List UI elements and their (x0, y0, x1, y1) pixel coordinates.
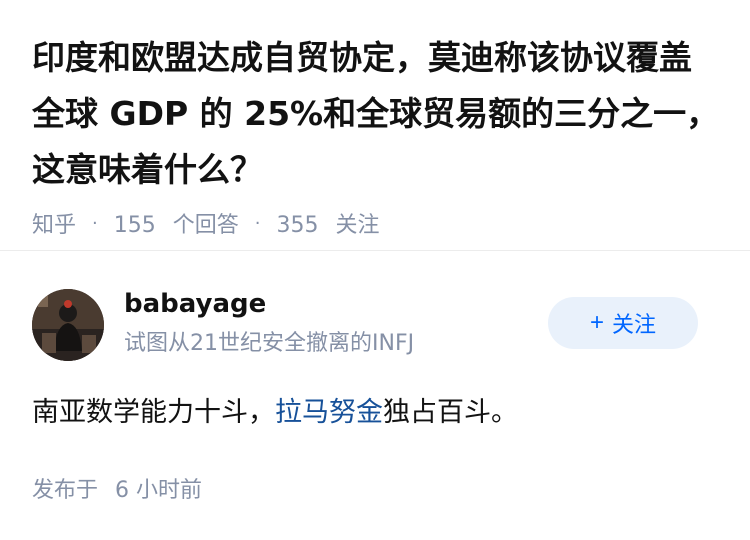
answer-text-after: 独占百斗。 (383, 397, 518, 428)
answer-entity-link[interactable]: 拉马努金 (275, 397, 383, 428)
followers-count: 355 (276, 213, 319, 238)
author-bio: 试图从21世纪安全撤离的INFJ (124, 331, 415, 356)
answer-content: 南亚数学能力十斗，拉马努金独占百斗。 (32, 393, 518, 433)
question-header: 印度和欧盟达成自贸协定，莫迪称该协议覆盖全球 GDP 的 25%和全球贸易额的三… (0, 0, 750, 238)
posted-time: 6 小时前 (115, 478, 203, 503)
author-name[interactable]: babayage (124, 287, 266, 321)
question-meta: 知乎 · 155 个回答 · 355 关注 (32, 207, 718, 239)
answers-count-link[interactable]: 155 个回答 (114, 207, 239, 239)
source-label[interactable]: 知乎 (32, 207, 76, 239)
question-title[interactable]: 印度和欧盟达成自贸协定，莫迪称该协议覆盖全球 GDP 的 25%和全球贸易额的三… (32, 30, 722, 198)
dot-separator-icon: · (254, 212, 261, 234)
follow-button-label: 关注 (612, 312, 657, 337)
answer-text-before: 南亚数学能力十斗， (32, 397, 275, 428)
followers-count-link[interactable]: 355 关注 (277, 207, 380, 239)
post-time: 发布于 6 小时前 (32, 476, 202, 506)
follow-button[interactable]: + 关注 (548, 297, 698, 349)
dot-separator-icon: · (92, 212, 98, 234)
answers-label: 个回答 (172, 213, 239, 238)
answers-count: 155 (113, 213, 156, 238)
section-divider (0, 250, 750, 251)
avatar-figure-icon (32, 289, 104, 361)
posted-label: 发布于 (32, 478, 99, 503)
plus-icon: + (589, 309, 604, 336)
followers-label: 关注 (335, 213, 380, 238)
author-card: babayage 试图从21世纪安全撤离的INFJ + 关注 (32, 285, 718, 365)
avatar[interactable] (32, 289, 104, 361)
